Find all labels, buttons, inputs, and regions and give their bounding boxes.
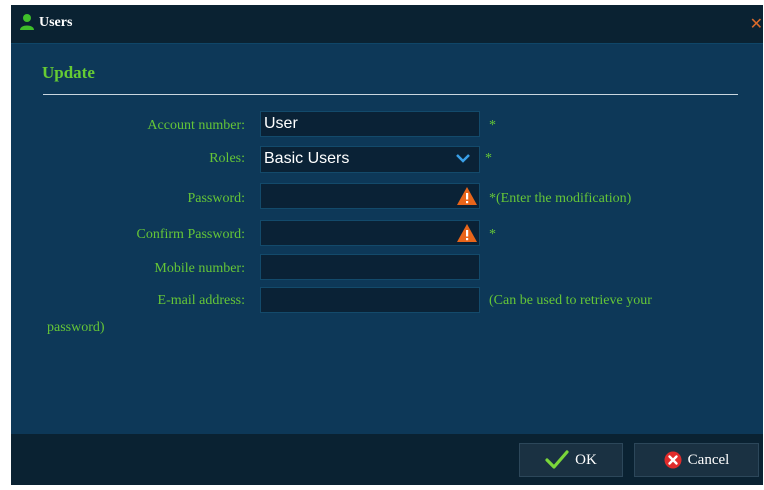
roles-required-marker: *: [485, 151, 492, 166]
chevron-down-icon[interactable]: [455, 150, 471, 166]
password-field[interactable]: [260, 183, 480, 209]
email-label: E-mail address:: [157, 293, 245, 308]
section-divider: [43, 94, 738, 95]
password-label: Password:: [187, 191, 245, 206]
user-icon: [20, 14, 34, 30]
account-number-field[interactable]: User: [260, 111, 480, 137]
window-title: Users: [39, 15, 73, 30]
ok-button[interactable]: OK: [519, 443, 623, 477]
email-field[interactable]: [260, 287, 480, 313]
confirm-password-field[interactable]: [260, 220, 480, 246]
roles-label: Roles:: [209, 151, 245, 166]
mobile-number-label: Mobile number:: [154, 261, 245, 276]
account-number-label: Account number:: [147, 118, 245, 133]
cancel-label: Cancel: [687, 451, 730, 468]
checkmark-icon: [545, 450, 569, 469]
email-note: (Can be used to retrieve your: [489, 293, 652, 308]
roles-selected-value: Basic Users: [264, 150, 350, 167]
email-note-wrap: password): [47, 320, 105, 335]
mobile-number-field[interactable]: [260, 254, 480, 280]
close-icon[interactable]: ✕: [750, 14, 763, 33]
section-title: Update: [42, 63, 95, 82]
users-dialog: Users ✕ Update Account number: User * Ro…: [11, 5, 763, 485]
roles-select[interactable]: Basic Users: [260, 146, 480, 173]
warning-icon: [457, 187, 477, 205]
ok-label: OK: [575, 451, 597, 468]
cancel-icon: [664, 451, 682, 469]
account-required-marker: *: [489, 118, 496, 133]
title-bar: Users ✕: [11, 5, 763, 44]
confirm-required-marker: *: [489, 227, 496, 242]
password-note: *(Enter the modification): [489, 191, 632, 206]
confirm-password-label: Confirm Password:: [136, 227, 246, 242]
cancel-button[interactable]: Cancel: [634, 443, 759, 477]
warning-icon: [457, 224, 477, 242]
